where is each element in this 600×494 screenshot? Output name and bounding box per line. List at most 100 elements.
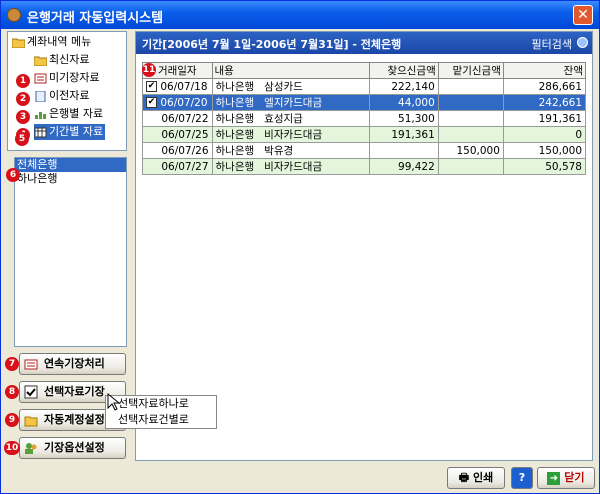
bank-icon [35,111,46,119]
folder-open-icon [34,56,47,66]
bank-list[interactable]: 전체은행 하나은행 [14,157,127,347]
mouse-cursor-icon [107,393,121,411]
row-bank: 하나은행 [215,113,255,125]
table-row[interactable]: ✔ 06/07/20 하나은행 엘지카드대금 44,000 242,661 [142,94,587,111]
row-withdrawal[interactable]: 44,000 [368,94,439,111]
row-desc: 박유경 [264,145,294,157]
badge-10: 10 [4,441,20,455]
footer-bar: 🖶 인쇄 ? ➜ 닫기 [1,463,599,493]
col-deposit[interactable]: 맡기신금액 [437,62,504,79]
row-date-cell[interactable]: 06/07/22 [142,110,213,127]
row-balance[interactable]: 0 [502,126,587,143]
folder-icon [12,38,25,48]
row-withdrawal[interactable] [368,142,439,159]
batch-post-button[interactable]: 연속기장처리 [19,353,126,375]
checkmark-icon [24,385,38,399]
badge-6: 6 [6,168,20,182]
row-balance[interactable]: 191,361 [502,110,587,127]
row-date-cell[interactable]: 06/07/26 [142,142,213,159]
col-balance[interactable]: 잔액 [502,62,587,79]
row-desc-cell[interactable]: 하나은행 비자카드대금 [211,126,370,143]
row-balance[interactable]: 242,661 [502,94,587,111]
row-date: 06/07/20 [160,96,208,109]
close-window-button[interactable]: ✕ [573,5,593,25]
printer-icon: 🖶 [458,471,470,484]
table-row[interactable]: 06/07/26 하나은행 박유경 150,000 150,000 [142,142,587,159]
table-row[interactable]: 06/07/27 하나은행 비자카드대금 99,422 50,578 [142,158,587,175]
badge-1: 1 [16,74,30,88]
row-balance[interactable]: 286,661 [502,78,587,95]
badge-8: 8 [5,385,19,399]
menu-item-previous[interactable]: 이전자료 [34,88,89,104]
row-desc-cell[interactable]: 하나은행 삼성카드 [211,78,370,95]
row-deposit[interactable] [437,126,504,143]
row-balance[interactable]: 50,578 [502,158,587,175]
row-withdrawal[interactable]: 99,422 [368,158,439,175]
row-bank: 하나은행 [215,81,255,93]
row-desc-cell[interactable]: 하나은행 효성지급 [211,110,370,127]
row-bank: 하나은행 [215,129,255,141]
app-window: 은행거래 자동입력시스템 ✕ 계좌내역 메뉴 최신자료 미기장자료 이전자료 은… [0,0,600,494]
row-deposit[interactable] [437,78,504,95]
col-desc[interactable]: 내용 [211,62,370,79]
row-date: 06/07/18 [160,80,208,93]
row-desc-cell[interactable]: 하나은행 박유경 [211,142,370,159]
row-deposit[interactable]: 150,000 [437,142,504,159]
menu-item-post-each[interactable]: 선택자료건별로 [106,412,216,428]
row-checkbox[interactable]: ✔ [146,81,157,92]
row-deposit[interactable] [437,110,504,127]
row-date: 06/07/26 [161,144,209,157]
help-button[interactable]: ? [511,467,533,489]
print-button[interactable]: 🖶 인쇄 [447,467,505,489]
menu-item-label: 기간별 자료 [49,125,104,138]
ledger-icon [34,73,47,83]
row-date-cell[interactable]: 06/07/27 [142,158,213,175]
row-deposit[interactable] [437,158,504,175]
bank-list-item-all[interactable]: 전체은행 [15,158,126,172]
table-row[interactable]: ✔ 06/07/18 하나은행 삼성카드 222,140 286,661 [142,78,587,95]
close-button[interactable]: ➜ 닫기 [537,467,595,489]
batch-post-icon [24,359,38,370]
menu-item-post-as-one[interactable]: 선택자료하나로 [106,396,216,412]
row-date-cell[interactable]: 06/07/25 [142,126,213,143]
menu-item-by-period[interactable]: 기간별 자료 [34,124,106,140]
menu-item-label: 이전자료 [49,89,90,102]
row-checkbox[interactable]: ✔ [146,97,157,108]
row-withdrawal[interactable]: 51,300 [368,110,439,127]
badge-11: 11 [142,63,156,77]
menu-item-unposted[interactable]: 미기장자료 [34,70,100,86]
filter-icon[interactable] [577,37,588,48]
posting-options-button[interactable]: 기장옵션설정 [19,437,126,459]
menu-tree-root: 계좌내역 메뉴 [12,34,91,50]
panel-header: 기간[2006년 7월 1일-2006년 7월31일] - 전체은행 필터검색 [136,32,592,54]
menu-item-label: 미기장자료 [49,71,100,84]
menu-item-latest[interactable]: 최신자료 [34,52,89,68]
row-withdrawal[interactable]: 222,140 [368,78,439,95]
filter-search-link[interactable]: 필터검색 [532,36,572,52]
table-row[interactable]: 06/07/25 하나은행 비자카드대금 191,361 0 [142,126,587,143]
row-balance[interactable]: 150,000 [502,142,587,159]
menu-item-label: 최신자료 [49,53,90,66]
close-label: 닫기 [564,471,585,484]
row-date-cell[interactable]: ✔ 06/07/18 [142,78,213,95]
row-date-cell[interactable]: ✔ 06/07/20 [142,94,213,111]
row-desc: 삼성카드 [264,81,303,93]
menu-item-by-bank[interactable]: 은행별 자료 [34,106,103,122]
table-row[interactable]: 06/07/22 하나은행 효성지급 51,300 191,361 [142,110,587,127]
row-deposit[interactable] [437,94,504,111]
col-withdrawal[interactable]: 찾으신금액 [368,62,439,79]
row-bank: 하나은행 [215,145,255,157]
exit-icon: ➜ [547,471,561,485]
row-date: 06/07/22 [161,112,209,125]
button-label: 연속기장처리 [44,357,105,370]
row-desc-cell[interactable]: 하나은행 엘지카드대금 [211,94,370,111]
button-label: 자동계정설정 [44,413,105,426]
row-desc: 비자카드대금 [264,129,323,141]
row-desc-cell[interactable]: 하나은행 비자카드대금 [211,158,370,175]
row-withdrawal[interactable]: 191,361 [368,126,439,143]
badge-2: 2 [16,92,30,106]
period-label: 기간[2006년 7월 1일-2006년 7월31일] - 전체은행 [142,38,402,51]
button-label: 선택자료기장 [44,385,105,398]
menu-item-label: 은행별 자료 [49,107,104,120]
bank-list-item-hana[interactable]: 하나은행 [15,172,126,186]
